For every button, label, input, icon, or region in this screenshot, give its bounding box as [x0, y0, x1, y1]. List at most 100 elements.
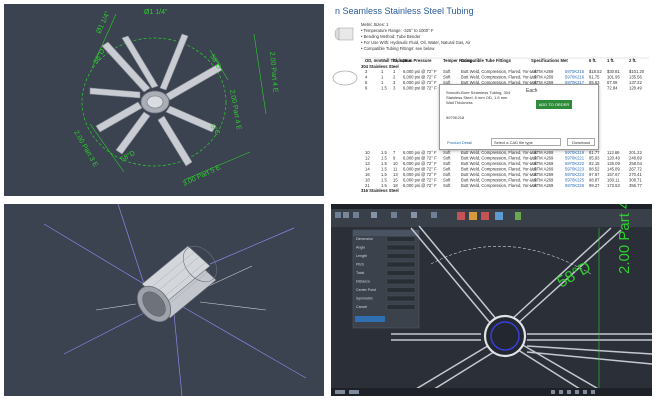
- table-cell: ASTM A269: [531, 69, 554, 74]
- ribbon-toolbar[interactable]: [331, 209, 652, 227]
- column-header: Compatible Tube Fittings: [461, 58, 512, 63]
- dialog-field[interactable]: [386, 261, 416, 268]
- table-cell: Soft: [443, 167, 451, 172]
- table-cell: Soft: [443, 69, 451, 74]
- table-cell: 258.04: [629, 161, 642, 166]
- fin-assembly-drawing: Ø1 1/4" 2.00 Part 4 E 58°D 58°D 5°C Ø1 1…: [72, 9, 278, 188]
- column-header: Specifications Met: [531, 58, 568, 63]
- dim-label-6: Ø1 1/4": [144, 9, 168, 16]
- catalog-bullet: • Bending Method: Tube Bender: [361, 34, 421, 39]
- table-cell: 81.77: [589, 150, 600, 155]
- table-cell: 1.5: [381, 161, 387, 166]
- table-cell: 5970K224: [565, 172, 585, 177]
- table-cell: 160.11: [607, 178, 620, 183]
- table-cell: 2: [393, 75, 396, 80]
- table-cell: 308.71: [629, 178, 642, 183]
- cad-file-type-select[interactable]: Select a CAD file type: [491, 138, 561, 146]
- dim-label-9: 3.00 Part 5 E: [182, 164, 222, 188]
- section-316: 316 Stainless Steel: [361, 188, 399, 193]
- dim-label-1: Ø1 1/4": [95, 10, 111, 35]
- dialog-field[interactable]: [386, 244, 416, 251]
- table-cell: 270.41: [629, 172, 642, 177]
- table-cell: 13: [365, 161, 370, 166]
- table-cell: 201.22: [629, 150, 642, 155]
- column-header: Max. Pressure: [403, 58, 432, 63]
- table-cell: 135.56: [629, 75, 642, 80]
- table-cell: Butt Weld, Compression, Flared, Yor-Lok: [461, 161, 538, 166]
- catalog-bullet: Metric Sizes: 1: [361, 22, 389, 27]
- table-cell: Soft: [443, 183, 451, 188]
- table-cell: 6,000 psi @ 72° F: [403, 183, 437, 188]
- dim-label-4: 58°D: [92, 47, 107, 65]
- table-cell: 1: [393, 69, 396, 74]
- table-cell: 145.89: [607, 167, 620, 172]
- table-cell: 9: [393, 156, 396, 161]
- table-cell: 12: [365, 156, 370, 161]
- table-cell: 10: [393, 161, 398, 166]
- table-cell: Butt Weld, Compression, Flared, Yor-Lok: [461, 75, 538, 80]
- table-cell: 6,000 psi @ 72° F: [403, 75, 437, 80]
- table-cell: ASTM A269: [531, 156, 554, 161]
- table-cell: 1: [381, 80, 384, 85]
- table-cell: 3: [393, 86, 396, 91]
- dialog-row-label: Length: [356, 254, 367, 258]
- table-cell: Soft: [443, 161, 451, 166]
- table-cell: ASTM A269: [531, 75, 554, 80]
- table-cell: Soft: [443, 172, 451, 177]
- table-cell: 5970K219: [565, 150, 585, 155]
- table-cell: 6,000 psi @ 72° F: [403, 161, 437, 166]
- table-cell: 1.5: [381, 178, 387, 183]
- catalog-bullet: • For Use With: Hydraulic Fluid, Oil, Wa…: [361, 40, 471, 45]
- table-cell: 97.67: [589, 172, 600, 177]
- table-cell: 16: [365, 172, 370, 177]
- table-cell: 5970K221: [565, 156, 585, 161]
- table-cell: 126.09: [607, 161, 620, 166]
- dialog-row-label: Distance: [356, 280, 370, 284]
- table-cell: 248.69: [629, 156, 642, 161]
- table-cell: 99.27: [589, 183, 600, 188]
- table-cell: 87.08: [607, 80, 618, 85]
- table-cell: Soft: [443, 75, 451, 80]
- table-cell: Butt Weld, Compression, Flared, Yor-Lok: [461, 183, 538, 188]
- dialog-field[interactable]: [386, 270, 416, 276]
- tube-illustration: [332, 27, 358, 86]
- table-cell: ASTM A269: [531, 161, 554, 166]
- table-cell: 18: [365, 178, 370, 183]
- table-cell: 88.52: [589, 167, 600, 172]
- table-cell: 61.75: [589, 75, 600, 80]
- table-cell: ASTM A269: [531, 167, 554, 172]
- dialog-ok-button[interactable]: [355, 316, 385, 322]
- table-cell: $101.20: [629, 69, 645, 74]
- product-detail-link[interactable]: Product Detail: [447, 140, 472, 145]
- dim-label-5: 5°C: [208, 123, 221, 137]
- table-cell: Butt Weld, Compression, Flared, Yor-Lok: [461, 156, 538, 161]
- table-cell: 137.22: [629, 80, 642, 85]
- table-cell: 85.93: [589, 156, 600, 161]
- download-button[interactable]: Download: [567, 138, 595, 146]
- dialog-field[interactable]: [386, 295, 416, 302]
- dialog-field[interactable]: [386, 287, 416, 293]
- table-cell: 1.5: [381, 86, 387, 91]
- dialog-field[interactable]: [386, 236, 416, 242]
- dialog-field[interactable]: [386, 253, 416, 259]
- dim-label-10: 2.00 Part 4 E: [228, 89, 242, 131]
- table-cell: 101.95: [607, 75, 620, 80]
- popup-each-label: Each: [526, 88, 538, 94]
- table-cell: Soft: [443, 156, 451, 161]
- table-cell: ASTM A269: [531, 150, 554, 155]
- table-cell: 6,000 psi @ 72° F: [403, 178, 437, 183]
- table-cell: 267.72: [629, 167, 642, 172]
- table-cell: 6,000 psi @ 72° F: [403, 150, 437, 155]
- title-bar: [331, 204, 652, 209]
- column-header: OD, mm: [365, 58, 381, 63]
- add-to-order-button[interactable]: ADD TO ORDER: [536, 100, 572, 109]
- cad-viewport-3d[interactable]: [4, 204, 324, 396]
- dialog-field[interactable]: [386, 304, 416, 310]
- cad-app-ui: Dimension Angle Length Pitch Twist Distance Ce…: [331, 204, 652, 396]
- cad-download-bar: Product Detail Select a CAD file type Do…: [447, 138, 597, 147]
- table-cell: 15: [393, 178, 398, 183]
- dialog-field[interactable]: [386, 278, 416, 285]
- table-cell: 5970K215: [565, 69, 585, 74]
- cad-viewport-top-view[interactable]: Ø1 1/4" 2.00 Part 4 E 58°D 58°D 5°C Ø1 1…: [4, 4, 324, 196]
- popup-description: Smooth-Bore Seamless Tubing, 304 Stainle…: [446, 90, 511, 105]
